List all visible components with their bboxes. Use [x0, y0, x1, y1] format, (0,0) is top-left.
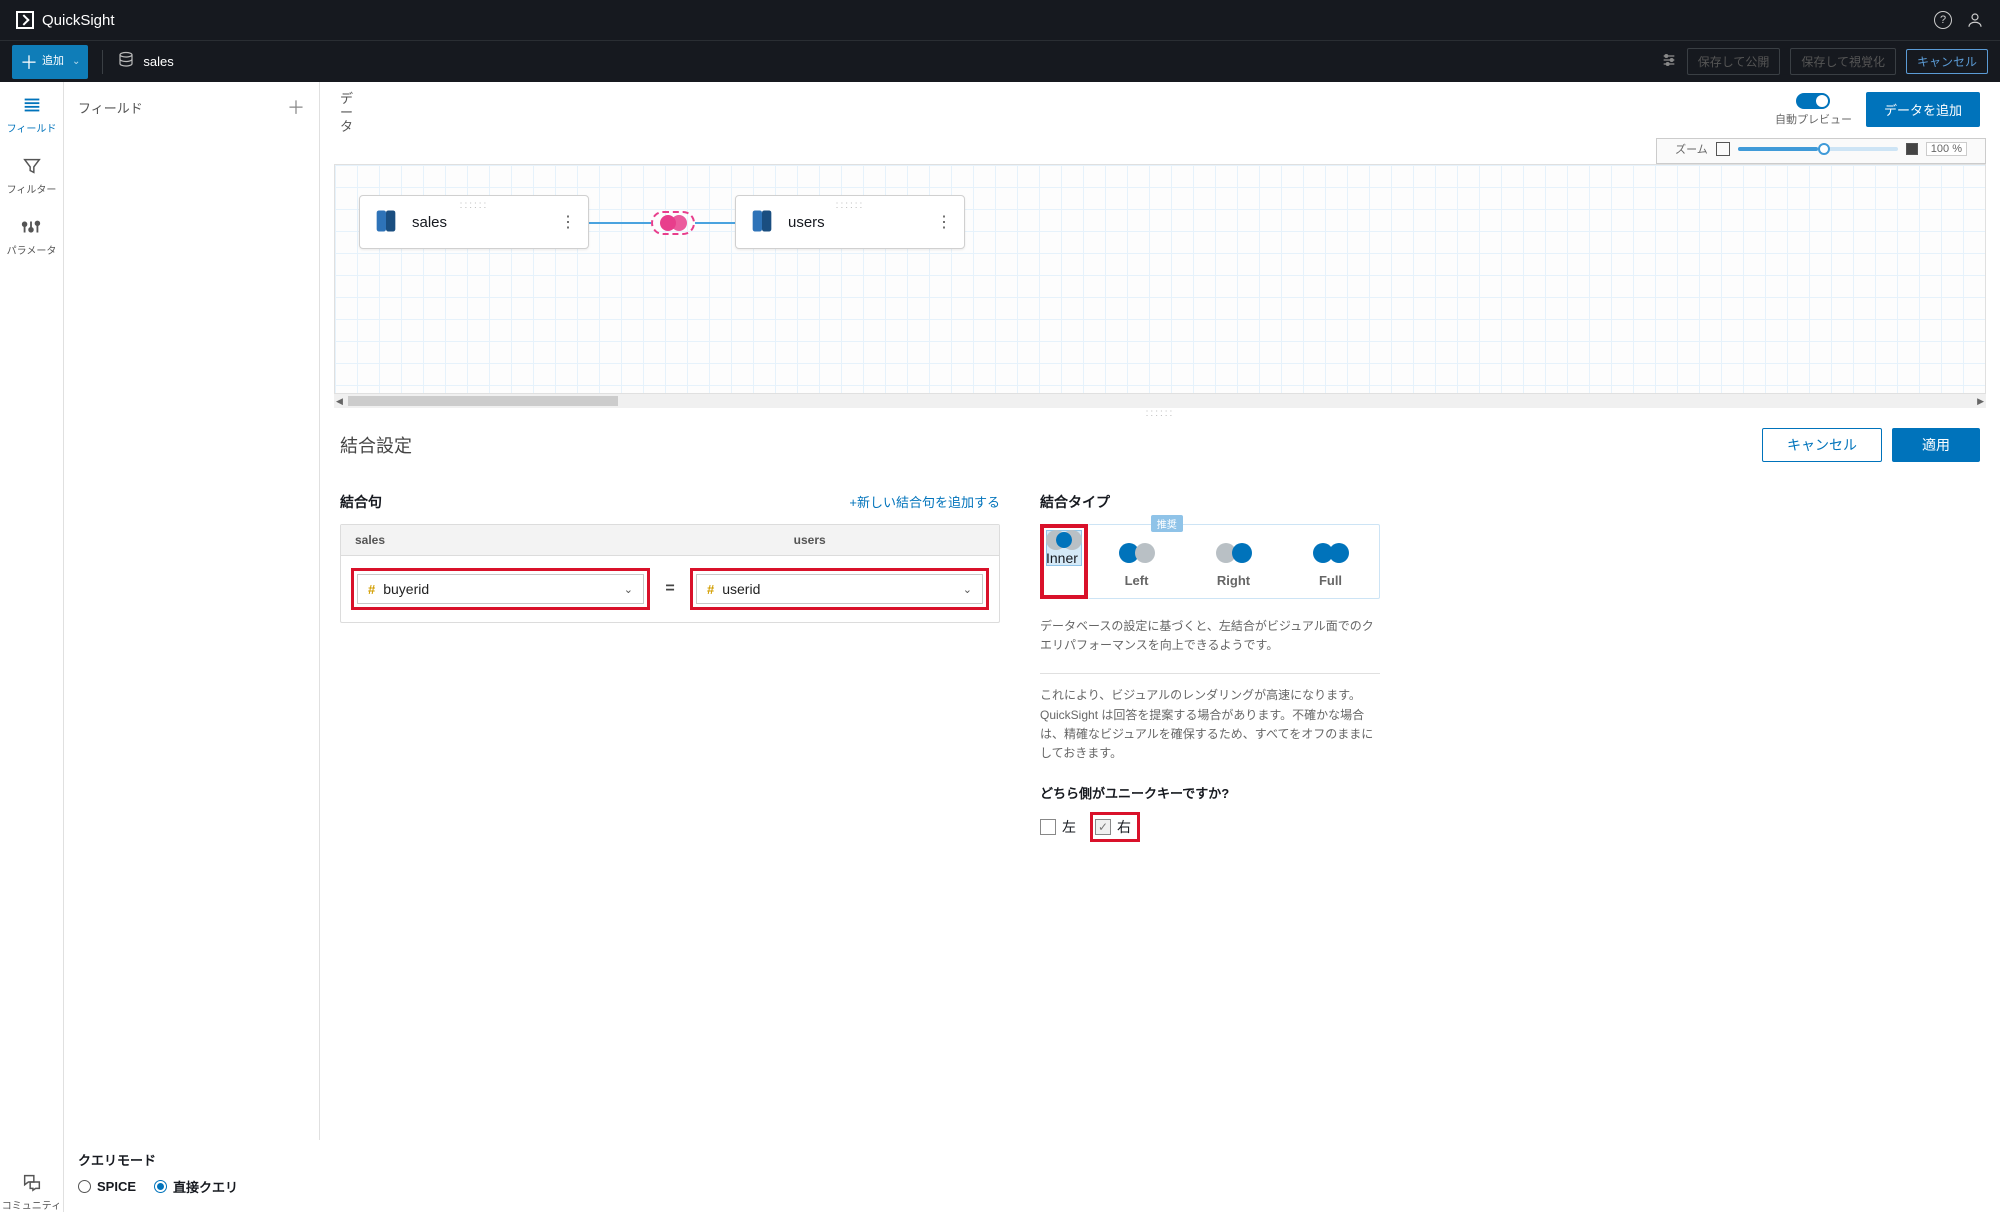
scroll-left-icon[interactable]: ◀ [336, 396, 343, 407]
right-field-select[interactable]: # userid ⌄ [696, 574, 983, 604]
chevron-down-icon: ⌄ [72, 56, 80, 67]
zoom-fit-icon[interactable] [1716, 142, 1730, 156]
join-node[interactable] [651, 211, 695, 235]
zoom-slider[interactable] [1738, 147, 1898, 151]
save-visualize-button[interactable]: 保存して視覚化 [1790, 48, 1896, 75]
join-config-title: 結合設定 [340, 432, 412, 458]
cancel-top-button[interactable]: キャンセル [1906, 49, 1988, 74]
join-type-left[interactable]: Left [1088, 525, 1185, 598]
sliders-icon[interactable] [1661, 52, 1677, 71]
number-type-icon: # [368, 582, 375, 597]
right-field-highlight: # userid ⌄ [690, 568, 989, 610]
left-field-select[interactable]: # buyerid ⌄ [357, 574, 644, 604]
zoom-label: ズーム [1675, 141, 1708, 157]
dataset-icon [117, 51, 135, 72]
join-apply-button[interactable]: 適用 [1892, 428, 1980, 462]
join-type-right[interactable]: Right [1185, 525, 1282, 598]
data-diagram-canvas[interactable]: :::::: sales ⋮ :::::: users ⋮ [334, 164, 1986, 394]
join-venn-icon [671, 215, 687, 231]
auto-preview-toggle[interactable] [1796, 93, 1830, 109]
join-type-inner[interactable]: Inner [1046, 530, 1082, 566]
siderail-parameters[interactable]: パラメータ [7, 216, 57, 257]
help-icon[interactable]: ? [1934, 11, 1952, 29]
user-icon[interactable] [1966, 11, 1984, 29]
scroll-right-icon[interactable]: ▶ [1977, 396, 1984, 407]
equals-label: = [650, 580, 690, 598]
recommended-badge: 推奨 [1151, 515, 1183, 532]
left-field-highlight: # buyerid ⌄ [351, 568, 650, 610]
datasource-icon [748, 207, 776, 238]
data-node-users[interactable]: :::::: users ⋮ [735, 195, 965, 249]
save-publish-button[interactable]: 保存して公開 [1687, 48, 1781, 75]
app-name: QuickSight [42, 12, 115, 29]
join-type-title: 結合タイプ [1040, 492, 1380, 512]
query-mode-direct-radio[interactable] [154, 1180, 167, 1193]
add-join-clause-link[interactable]: +新しい結合句を追加する [849, 492, 1000, 524]
number-type-icon: # [707, 582, 714, 597]
zoom-actual-icon[interactable] [1906, 143, 1918, 155]
join-hint-1: データベースの設定に基づくと、左結合がビジュアル面でのクエリパフォーマンスを向上… [1040, 617, 1380, 655]
add-menu-button[interactable]: ＋ 追加 ⌄ [12, 45, 88, 79]
join-clause-title: 結合句 [340, 492, 382, 512]
unique-left-checkbox[interactable] [1040, 819, 1056, 835]
chevron-down-icon: ⌄ [963, 583, 972, 596]
join-hint-2: これにより、ビジュアルのレンダリングが高速になります。QuickSight は回… [1040, 673, 1380, 763]
fields-panel-title: フィールド [78, 98, 143, 117]
divider [102, 50, 103, 74]
unique-right-checkbox[interactable]: ✓ [1095, 819, 1111, 835]
panel-resize-handle[interactable]: :::::: [320, 408, 2000, 418]
join-link [695, 222, 735, 224]
drag-handle-icon[interactable]: :::::: [836, 200, 865, 211]
clause-header-right: users [780, 525, 999, 555]
add-data-button[interactable]: データを追加 [1866, 92, 1980, 127]
join-type-full[interactable]: Full [1282, 525, 1379, 598]
join-link [589, 222, 651, 224]
node-menu-icon[interactable]: ⋮ [936, 212, 952, 232]
add-field-button[interactable]: ＋ [287, 94, 305, 120]
join-cancel-button[interactable]: キャンセル [1762, 428, 1882, 462]
canvas-scrollbar[interactable]: ◀ ▶ [334, 394, 1986, 408]
clause-header-left: sales [341, 525, 560, 555]
dataset-name[interactable]: sales [143, 54, 173, 69]
node-menu-icon[interactable]: ⋮ [560, 212, 576, 232]
data-node-sales[interactable]: :::::: sales ⋮ [359, 195, 589, 249]
plus-icon: ＋ [20, 49, 38, 75]
quicksight-logo-icon [16, 11, 34, 29]
siderail-filters[interactable]: フィルター [7, 155, 57, 196]
chevron-down-icon: ⌄ [624, 583, 633, 596]
data-section-label: データ [340, 92, 360, 134]
unique-key-title: どちら側がユニークキーですか? [1040, 783, 1380, 802]
scroll-thumb[interactable] [348, 396, 618, 406]
query-mode-title: クエリモード [78, 1150, 306, 1169]
query-mode-spice-radio[interactable] [78, 1180, 91, 1193]
datasource-icon [372, 207, 400, 238]
siderail-community[interactable]: コミュニティ [2, 1171, 61, 1212]
unique-right-highlight: ✓ 右 [1090, 812, 1140, 842]
join-type-highlight: Inner [1040, 524, 1088, 599]
drag-handle-icon[interactable]: :::::: [460, 200, 489, 211]
siderail-fields[interactable]: フィールド [7, 94, 57, 135]
